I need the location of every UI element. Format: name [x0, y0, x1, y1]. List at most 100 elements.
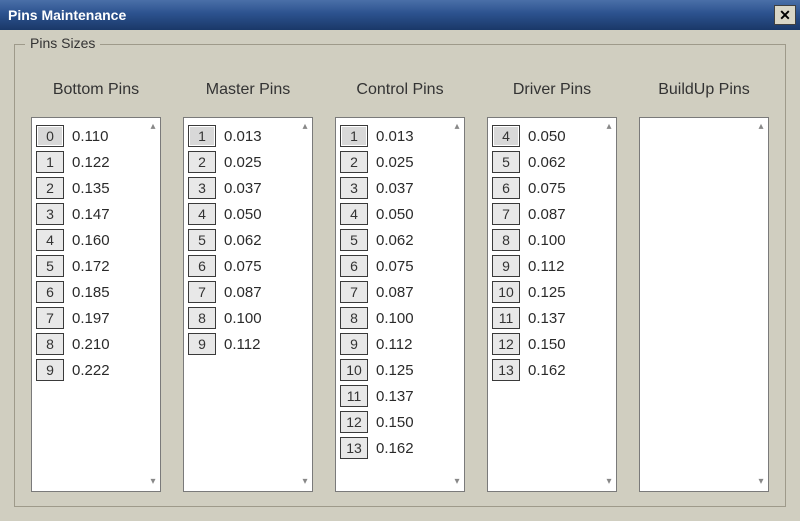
pin-row[interactable]: 50.062: [492, 149, 600, 175]
pin-index-cell[interactable]: 11: [492, 307, 520, 329]
pin-index-cell[interactable]: 9: [36, 359, 64, 381]
pin-row[interactable]: 20.135: [36, 175, 144, 201]
pin-row[interactable]: 50.062: [340, 227, 448, 253]
pin-row[interactable]: 130.162: [492, 357, 600, 383]
pin-index-cell[interactable]: 12: [492, 333, 520, 355]
scroll-up-icon[interactable]: ▴: [148, 122, 158, 132]
pin-row[interactable]: 80.100: [340, 305, 448, 331]
pin-index-cell[interactable]: 1: [188, 125, 216, 147]
pin-index-cell[interactable]: 8: [36, 333, 64, 355]
pin-row[interactable]: 60.185: [36, 279, 144, 305]
pin-row[interactable]: 10.013: [188, 123, 296, 149]
pin-row[interactable]: 30.147: [36, 201, 144, 227]
pin-row[interactable]: 130.162: [340, 435, 448, 461]
pin-index-cell[interactable]: 13: [492, 359, 520, 381]
pin-row[interactable]: 60.075: [492, 175, 600, 201]
pin-row[interactable]: 80.210: [36, 331, 144, 357]
pin-index-cell[interactable]: 1: [36, 151, 64, 173]
pin-index-cell[interactable]: 10: [340, 359, 368, 381]
pin-row[interactable]: 90.112: [492, 253, 600, 279]
pin-index-cell[interactable]: 7: [36, 307, 64, 329]
pin-row[interactable]: 40.050: [340, 201, 448, 227]
pin-row[interactable]: 30.037: [188, 175, 296, 201]
pin-row[interactable]: 110.137: [492, 305, 600, 331]
pin-index-cell[interactable]: 11: [340, 385, 368, 407]
pin-row[interactable]: 10.013: [340, 123, 448, 149]
pin-row[interactable]: 90.222: [36, 357, 144, 383]
scroll-up-icon[interactable]: ▴: [452, 122, 462, 132]
pin-index-cell[interactable]: 5: [340, 229, 368, 251]
pin-row[interactable]: 60.075: [188, 253, 296, 279]
pin-listbox[interactable]: ▴ 10.01320.02530.03740.05050.06260.07570.…: [335, 117, 465, 492]
pin-row[interactable]: 00.110: [36, 123, 144, 149]
pin-row[interactable]: 100.125: [492, 279, 600, 305]
pin-index-cell[interactable]: 7: [188, 281, 216, 303]
scroll-down-icon[interactable]: ▾: [148, 477, 158, 487]
pin-row[interactable]: 50.172: [36, 253, 144, 279]
pin-index-cell[interactable]: 9: [492, 255, 520, 277]
pin-index-cell[interactable]: 8: [188, 307, 216, 329]
pin-index-cell[interactable]: 8: [340, 307, 368, 329]
pin-row[interactable]: 50.062: [188, 227, 296, 253]
pin-index-cell[interactable]: 1: [340, 125, 368, 147]
pin-index-cell[interactable]: 4: [492, 125, 520, 147]
pin-index-cell[interactable]: 13: [340, 437, 368, 459]
pin-index-cell[interactable]: 12: [340, 411, 368, 433]
pin-index-cell[interactable]: 0: [36, 125, 64, 147]
pin-index-cell[interactable]: 6: [36, 281, 64, 303]
pin-index-cell[interactable]: 2: [36, 177, 64, 199]
pin-row[interactable]: 120.150: [492, 331, 600, 357]
pin-row[interactable]: 40.050: [492, 123, 600, 149]
scroll-down-icon[interactable]: ▾: [300, 477, 310, 487]
scroll-up-icon[interactable]: ▴: [756, 122, 766, 132]
pin-row[interactable]: 120.150: [340, 409, 448, 435]
pin-index-cell[interactable]: 6: [188, 255, 216, 277]
pin-index-cell[interactable]: 3: [340, 177, 368, 199]
titlebar[interactable]: Pins Maintenance ✕: [0, 0, 800, 30]
pin-row[interactable]: 80.100: [492, 227, 600, 253]
pin-row[interactable]: 110.137: [340, 383, 448, 409]
pin-row[interactable]: 40.160: [36, 227, 144, 253]
pin-row[interactable]: 70.087: [340, 279, 448, 305]
pin-index-cell[interactable]: 7: [492, 203, 520, 225]
pin-listbox[interactable]: ▴▾: [639, 117, 769, 492]
pin-index-cell[interactable]: 7: [340, 281, 368, 303]
scroll-up-icon[interactable]: ▴: [604, 122, 614, 132]
pin-row[interactable]: 20.025: [188, 149, 296, 175]
close-button[interactable]: ✕: [774, 5, 796, 25]
pin-index-cell[interactable]: 10: [492, 281, 520, 303]
pin-index-cell[interactable]: 4: [340, 203, 368, 225]
pin-row[interactable]: 90.112: [340, 331, 448, 357]
pin-row[interactable]: 20.025: [340, 149, 448, 175]
pin-index-cell[interactable]: 8: [492, 229, 520, 251]
scroll-down-icon[interactable]: ▾: [756, 477, 766, 487]
pin-index-cell[interactable]: 5: [492, 151, 520, 173]
pin-index-cell[interactable]: 3: [36, 203, 64, 225]
pin-row[interactable]: 80.100: [188, 305, 296, 331]
pin-row[interactable]: 100.125: [340, 357, 448, 383]
pin-index-cell[interactable]: 5: [188, 229, 216, 251]
pin-listbox[interactable]: ▴ 40.05050.06260.07570.08780.10090.112100…: [487, 117, 617, 492]
pin-index-cell[interactable]: 3: [188, 177, 216, 199]
pin-index-cell[interactable]: 2: [340, 151, 368, 173]
pin-row[interactable]: 60.075: [340, 253, 448, 279]
pin-row[interactable]: 70.087: [492, 201, 600, 227]
pin-row[interactable]: 10.122: [36, 149, 144, 175]
pin-index-cell[interactable]: 9: [188, 333, 216, 355]
pin-listbox[interactable]: ▴ 10.01320.02530.03740.05050.06260.07570.…: [183, 117, 313, 492]
pin-row[interactable]: 40.050: [188, 201, 296, 227]
scroll-down-icon[interactable]: ▾: [604, 477, 614, 487]
pin-index-cell[interactable]: 5: [36, 255, 64, 277]
pin-row[interactable]: 70.087: [188, 279, 296, 305]
pin-listbox[interactable]: ▴ 00.11010.12220.13530.14740.16050.17260.…: [31, 117, 161, 492]
pin-row[interactable]: 70.197: [36, 305, 144, 331]
pin-index-cell[interactable]: 2: [188, 151, 216, 173]
scroll-down-icon[interactable]: ▾: [452, 477, 462, 487]
pin-index-cell[interactable]: 4: [188, 203, 216, 225]
pin-index-cell[interactable]: 4: [36, 229, 64, 251]
scroll-up-icon[interactable]: ▴: [300, 122, 310, 132]
pin-row[interactable]: 30.037: [340, 175, 448, 201]
pin-index-cell[interactable]: 9: [340, 333, 368, 355]
pin-row[interactable]: 90.112: [188, 331, 296, 357]
pin-index-cell[interactable]: 6: [492, 177, 520, 199]
